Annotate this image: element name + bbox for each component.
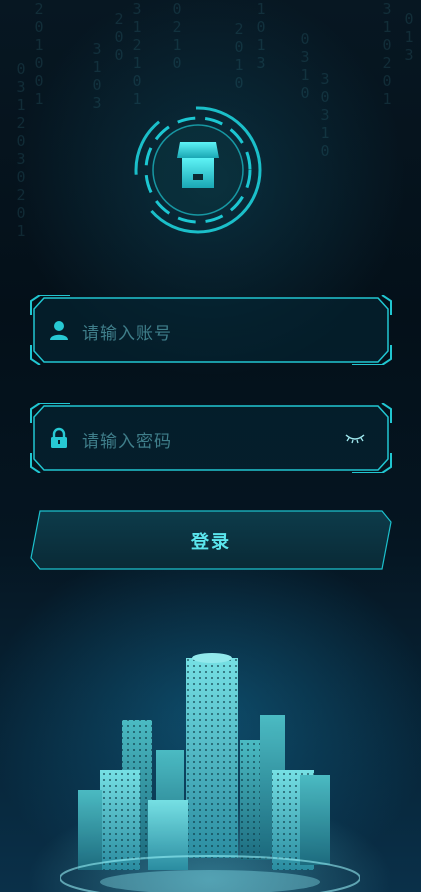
login-button[interactable]: 登录 bbox=[30, 510, 392, 570]
digit-column: 30310 bbox=[316, 70, 334, 160]
password-placeholder: 请输入密码 bbox=[82, 432, 172, 452]
digit-column: 013 bbox=[400, 10, 418, 64]
password-field[interactable]: 请输入密码 bbox=[30, 403, 392, 473]
digit-column: 0210 bbox=[168, 0, 186, 72]
digit-column: 0310 bbox=[296, 30, 314, 102]
digit-column: 310201 bbox=[378, 0, 396, 108]
digit-column: 200 bbox=[110, 10, 128, 64]
user-icon bbox=[50, 321, 68, 340]
store-logo bbox=[134, 106, 262, 234]
digit-column: 0312030201 bbox=[12, 60, 30, 240]
username-placeholder: 请输入账号 bbox=[82, 324, 172, 344]
digit-column: 201001 bbox=[30, 0, 48, 108]
login-screen: 0312030201 201001 3103 200 312101 0210 2… bbox=[0, 0, 421, 892]
digit-column: 3103 bbox=[88, 40, 106, 112]
digit-column: 2010 bbox=[230, 20, 248, 92]
login-label: 登录 bbox=[191, 532, 231, 553]
username-field[interactable]: 请输入账号 bbox=[30, 295, 392, 365]
store-icon bbox=[177, 142, 219, 188]
city-skyline-illustration bbox=[60, 653, 360, 892]
lock-icon bbox=[51, 427, 67, 448]
digit-column: 1013 bbox=[252, 0, 270, 72]
eye-closed-icon[interactable] bbox=[344, 431, 366, 445]
